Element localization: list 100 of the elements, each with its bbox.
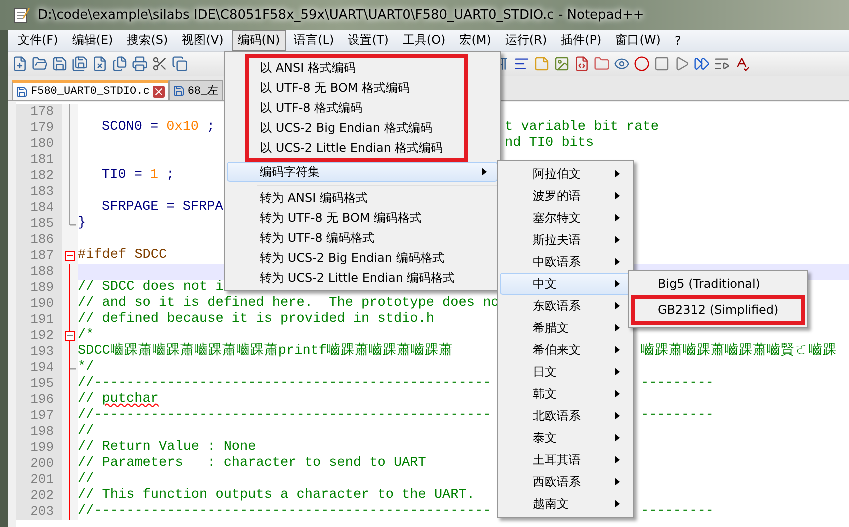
menu-item[interactable]: 塞尔特文	[500, 207, 631, 229]
eye-icon[interactable]	[614, 56, 630, 72]
menu-item[interactable]: 以 UTF-8 无 BOM 格式编码	[249, 78, 464, 98]
code-text: }	[78, 216, 86, 232]
menu-item[interactable]: 转为 ANSI 编码格式	[227, 188, 498, 208]
menu-item[interactable]: 以 UCS-2 Big Endian 格式编码	[249, 118, 464, 138]
line-number: 181	[16, 152, 62, 168]
menu-item[interactable]: 泰文	[500, 427, 631, 449]
menu-bar-item[interactable]: 文件(F)	[12, 30, 64, 51]
menu-item[interactable]: GB2312 (Simplified)	[635, 299, 801, 321]
line-number: 198	[16, 424, 62, 440]
code-text: TI0	[102, 168, 126, 184]
new-file-icon[interactable]	[12, 56, 28, 72]
playlist-icon[interactable]	[714, 56, 730, 72]
window-title: D:\code\example\silabs IDE\C8051F58x_59x\UART\UART0\F580_UART0_STDIO.c - Notepad++	[38, 8, 644, 22]
stop-icon[interactable]	[654, 56, 670, 72]
line-number: 190	[16, 296, 62, 312]
menu-item[interactable]: 日文	[500, 361, 631, 383]
line-number: 201	[16, 472, 62, 488]
menu-item[interactable]: 波罗的语	[500, 185, 631, 207]
menu-bar-item[interactable]: 视图(V)	[176, 30, 230, 51]
cut-icon[interactable]	[152, 56, 168, 72]
close-file-icon[interactable]	[92, 56, 108, 72]
code-text: 0x10	[166, 120, 200, 136]
line-number: 195	[16, 376, 62, 392]
code-comment: 嚙踝蕭嚙踝蕭嚙踝蕭嚙賢ㄛ嚙踝	[641, 344, 837, 360]
tab-label: 68_左	[188, 84, 219, 98]
menu-item[interactable]: 东欧语系	[500, 295, 631, 317]
code-comment: //	[78, 424, 94, 440]
submenu-arrow-icon	[482, 168, 487, 176]
menu-item[interactable]: 韩文	[500, 383, 631, 405]
menu-item[interactable]: 中欧语系	[500, 251, 631, 273]
menu-bar-item[interactable]: 语言(L)	[288, 30, 340, 51]
save-icon[interactable]	[52, 56, 68, 72]
print-icon[interactable]	[132, 56, 148, 72]
align-left-icon[interactable]	[514, 56, 530, 72]
menu-item[interactable]: 转为 UTF-8 无 BOM 编码格式	[227, 208, 498, 228]
menu-bar-item[interactable]: 编辑(E)	[66, 30, 120, 51]
menu-bar-item[interactable]: 插件(P)	[555, 30, 608, 51]
menu-item[interactable]: 转为 UCS-2 Big Endian 编码格式	[227, 248, 498, 268]
code-comment: //-------------------------------------------------	[78, 504, 492, 520]
code-comment: //	[78, 472, 94, 488]
image-icon[interactable]	[554, 56, 570, 72]
notepad-icon	[14, 6, 30, 24]
submenu-arrow-icon	[615, 478, 620, 486]
line-number: 185	[16, 216, 62, 232]
menu-bar-item[interactable]: 设置(T)	[342, 30, 395, 51]
menu-bar-item[interactable]: ?	[668, 32, 688, 50]
menu-bar-item[interactable]: 窗口(W)	[610, 30, 667, 51]
open-folder-icon[interactable]	[32, 56, 48, 72]
fold-collapse-icon[interactable]	[65, 251, 75, 261]
menu-item[interactable]: 以 UCS-2 Little Endian 格式编码	[249, 138, 464, 158]
record-icon[interactable]	[634, 56, 650, 72]
code-comment: ---------	[641, 504, 714, 520]
code-comment: // Return Value : None	[78, 440, 256, 456]
play-icon[interactable]	[674, 56, 690, 72]
files-icon[interactable]	[112, 56, 128, 72]
fast-forward-icon[interactable]	[694, 56, 710, 72]
menu-item[interactable]: 以 UTF-8 格式编码	[249, 98, 464, 118]
line-number: 197	[16, 408, 62, 424]
submenu-arrow-icon	[615, 214, 620, 222]
menu-item[interactable]: 越南文	[500, 493, 631, 515]
code-comment: // Parameters : character to send to UART	[78, 456, 426, 472]
save-all-icon[interactable]	[72, 56, 88, 72]
copy-icon[interactable]	[172, 56, 188, 72]
menu-bar-item[interactable]: 宏(M)	[454, 30, 498, 51]
file-tab[interactable]: 68_左	[168, 80, 223, 100]
menu-bar-item[interactable]: 编码(N)	[232, 30, 286, 51]
line-number: 182	[16, 168, 62, 184]
menu-item[interactable]: 编码字符集	[227, 162, 498, 182]
line-number: 187	[16, 248, 62, 264]
file-code-icon[interactable]	[574, 56, 590, 72]
submenu-arrow-icon	[615, 346, 620, 354]
code-comment: ---------	[641, 376, 714, 392]
menu-item[interactable]: 北欧语系	[500, 405, 631, 427]
code-comment: */	[78, 360, 94, 376]
menu-item[interactable]: 希腊文	[500, 317, 631, 339]
menu-item[interactable]: 转为 UTF-8 编码格式	[227, 228, 498, 248]
menu-item[interactable]: 阿拉伯文	[500, 163, 631, 185]
menu-item[interactable]: 斯拉夫语	[500, 229, 631, 251]
code-comment: // SDCC does not i	[78, 280, 224, 296]
menu-bar-item[interactable]: 搜索(S)	[121, 30, 174, 51]
submenu-arrow-icon	[615, 170, 620, 178]
folder-icon[interactable]	[594, 56, 610, 72]
menu-item[interactable]: 西欧语系	[500, 471, 631, 493]
code-text: ;	[207, 120, 216, 136]
menu-item[interactable]: 土耳其语	[500, 449, 631, 471]
menu-item[interactable]: 中文	[500, 273, 631, 295]
line-number: 192	[16, 328, 62, 344]
menu-item[interactable]: Big5 (Traditional)	[631, 273, 805, 295]
menu-bar-item[interactable]: 运行(R)	[499, 30, 554, 51]
close-icon[interactable]	[152, 86, 165, 98]
submenu-arrow-icon	[615, 236, 620, 244]
menu-item[interactable]: 希伯来文	[500, 339, 631, 361]
code-comment: SDCC嚙踝蕭嚙踝蕭嚙踝蕭嚙踝蕭printf嚙踝蕭嚙踝蕭嚙踝蕭	[78, 344, 454, 360]
menu-bar-item[interactable]: 工具(O)	[396, 30, 452, 51]
fold-collapse-icon[interactable]	[65, 331, 75, 341]
menu-item[interactable]: 转为 UCS-2 Little Endian 编码格式	[227, 268, 498, 288]
file-tab[interactable]: F580_UART0_STDIO.c	[12, 80, 169, 100]
code-comment: //-------------------------------------------------	[78, 376, 492, 392]
